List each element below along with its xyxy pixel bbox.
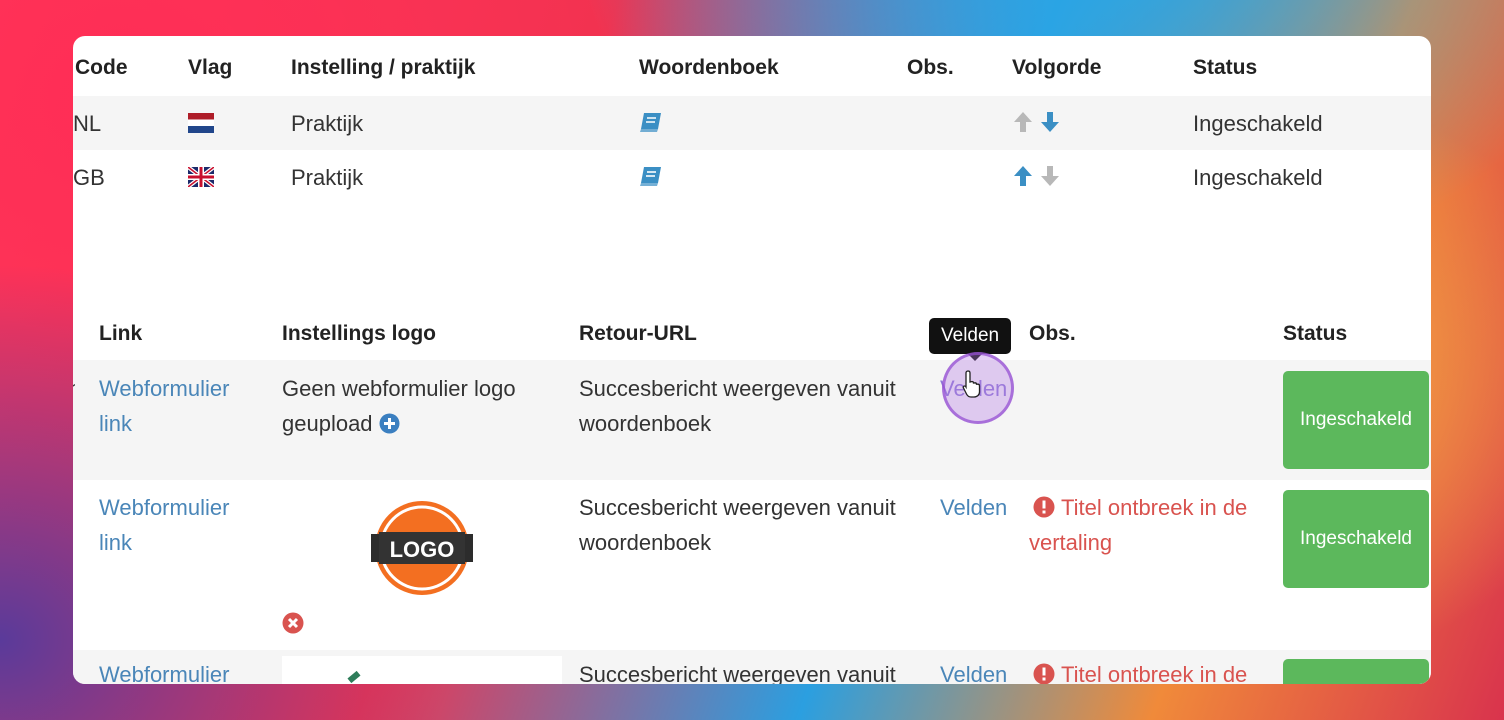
logo-label: LOGO [390,537,455,562]
header-obs[interactable]: Obs. [1029,322,1076,346]
logo-image-frame [282,656,562,684]
header-status[interactable]: Status [1193,56,1257,80]
hand-pointer-icon [962,370,981,398]
link-line: Webformulier [99,376,230,401]
header-status[interactable]: Status [1283,322,1347,346]
table-row: GB Praktijk Ingeschakeld [73,150,1431,204]
status-button[interactable]: Ingeschakeld [1283,371,1429,469]
link-line: Webformulier [99,495,230,520]
table-row: Webformulier Succesbericht weergeven van… [73,650,1431,684]
exclamation-circle-icon [1033,663,1055,684]
header-dictionary[interactable]: Woordenboek [639,56,779,80]
return-url-text: Succesbericht weergeven vanuit woordenbo… [579,371,896,441]
logo-text-line: Geen webformulier logo [282,376,516,401]
fields-tooltip: Velden [929,318,1012,361]
status-button[interactable]: Ingeschakeld [1283,490,1429,588]
error-line: vertaling [1029,530,1113,555]
return-url-line: Succesbericht weergeven vanuit [579,376,896,401]
plus-circle-icon[interactable] [379,413,400,434]
return-url-text: Succesbericht weergeven vanuit [579,662,896,684]
webform-link[interactable]: Webformulier link [99,371,229,441]
link-line: link [99,530,133,555]
netherlands-flag-icon [188,113,214,133]
fields-link[interactable]: Velden [940,657,1007,684]
table-row: NL Praktijk Ingeschakeld [73,96,1431,150]
code-cell: GB [73,165,105,190]
status-button[interactable] [1283,659,1429,684]
header-flag[interactable]: Vlag [188,56,232,80]
table-row: n Webformulier link Geen webformulier lo… [73,360,1431,480]
fields-link[interactable]: Velden [940,490,1007,525]
header-type[interactable]: Instelling / praktijk [291,56,475,80]
logo-text-line: geupload [282,411,373,436]
header-obs[interactable]: Obs. [907,56,954,80]
header-link[interactable]: Link [99,322,142,346]
arrow-down-icon[interactable] [1039,164,1061,188]
dictionary-book-icon[interactable] [639,111,663,133]
status-text: Ingeschakeld [1193,165,1323,190]
error-observation: Titel ontbreek in de [1029,657,1247,684]
header-order[interactable]: Volgorde [1012,56,1101,80]
header-logo[interactable]: Instellings logo [282,322,436,346]
truncated-cell: n [73,371,75,406]
arrow-up-icon[interactable] [1012,164,1034,188]
remove-circle-icon[interactable] [282,612,304,634]
type-cell: Praktijk [291,111,364,136]
table1-header: Code Vlag Instelling / praktijk Woordenb… [73,36,1431,97]
link-line: link [99,411,133,436]
table-row: Webformulier link LOGO Succesbericht wee… [73,480,1431,650]
cursor-highlight [942,352,1014,424]
error-line: Titel ontbreek in de [1061,495,1248,520]
status-text: Ingeschakeld [1193,111,1323,136]
return-url-line: woordenboek [579,411,712,436]
arrow-down-icon[interactable] [1039,110,1061,134]
header-code[interactable]: Code [75,56,128,80]
arrow-up-icon[interactable] [1012,110,1034,134]
exclamation-circle-icon [1033,496,1055,518]
return-url-line: Succesbericht weergeven vanuit [579,495,896,520]
return-url-line: woordenboek [579,530,712,555]
table2-header: Link Instellings logo Retour-URL Obs. St… [73,306,1431,360]
logo-missing-text: Geen webformulier logo geupload [282,371,516,441]
dictionary-book-icon[interactable] [639,165,663,187]
webform-link[interactable]: Webformulier link [99,490,229,560]
main-panel: Code Vlag Instelling / praktijk Woordenb… [73,36,1431,684]
united-kingdom-flag-icon [188,167,214,187]
webform-link[interactable]: Webformulier [99,657,229,684]
error-line: Titel ontbreek in de [1061,662,1248,684]
error-observation: Titel ontbreek in de vertaling [1029,490,1247,560]
header-return-url[interactable]: Retour-URL [579,322,697,346]
code-cell: NL [73,111,102,136]
logo-image-fragment [347,670,361,684]
return-url-text: Succesbericht weergeven vanuit woordenbo… [579,490,896,560]
type-cell: Praktijk [291,165,364,190]
company-logo-image: LOGO [371,501,473,595]
